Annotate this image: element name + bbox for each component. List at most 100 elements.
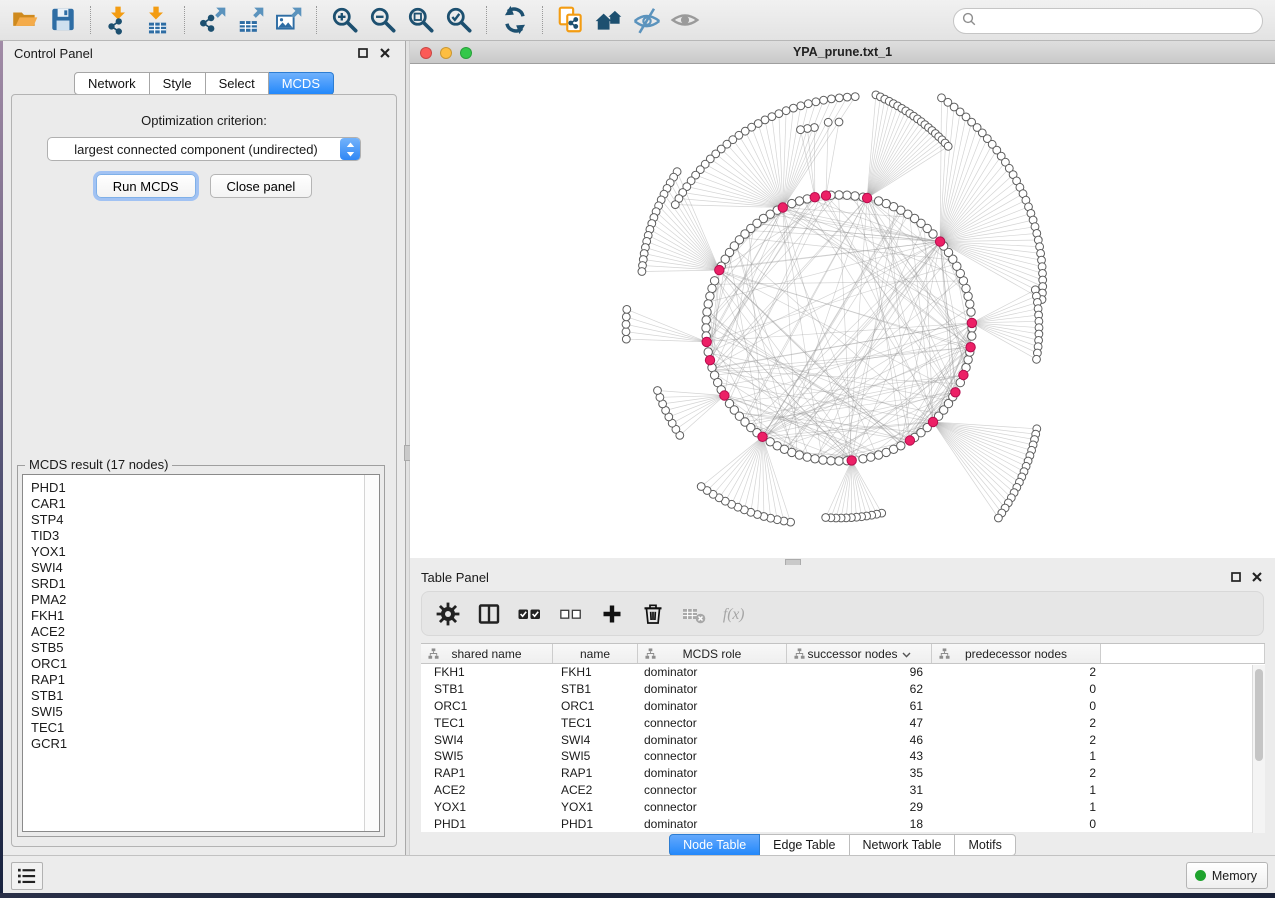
task-history-button[interactable] bbox=[11, 862, 43, 890]
ring-node[interactable] bbox=[843, 191, 851, 199]
cell-shared-name[interactable]: ORC1 bbox=[421, 699, 553, 713]
leaf-node[interactable] bbox=[804, 100, 812, 108]
leaf-node[interactable] bbox=[623, 306, 631, 314]
cell-MCDS-role[interactable]: connector bbox=[638, 783, 787, 797]
leaf-node[interactable] bbox=[995, 514, 1003, 522]
ring-node[interactable] bbox=[811, 455, 819, 463]
ring-node[interactable] bbox=[803, 453, 811, 461]
cell-name[interactable]: YOX1 bbox=[553, 800, 638, 814]
mcds-result-item[interactable]: ACE2 bbox=[31, 624, 379, 640]
leaf-node[interactable] bbox=[822, 514, 830, 522]
delete-column-icon[interactable] bbox=[640, 601, 666, 627]
ring-node[interactable] bbox=[874, 197, 882, 205]
leaf-node[interactable] bbox=[843, 93, 851, 101]
save-session-icon[interactable] bbox=[44, 4, 82, 36]
network-title-bar[interactable]: YPA_prune.txt_1 bbox=[410, 41, 1275, 64]
table-row[interactable]: RAP1RAP1dominator352 bbox=[421, 765, 1265, 782]
mcds-result-scrollbar[interactable] bbox=[364, 475, 379, 831]
mcds-hub-node[interactable] bbox=[778, 203, 787, 212]
cell-name[interactable]: ORC1 bbox=[553, 699, 638, 713]
mcds-hub-node[interactable] bbox=[862, 193, 871, 202]
cell-MCDS-role[interactable]: dominator bbox=[638, 665, 787, 679]
leaf-node[interactable] bbox=[638, 268, 646, 276]
tab-node-table[interactable]: Node Table bbox=[669, 834, 760, 856]
export-table-icon[interactable] bbox=[232, 4, 270, 36]
mcds-result-item[interactable]: RAP1 bbox=[31, 672, 379, 688]
leaf-node[interactable] bbox=[622, 335, 630, 343]
cell-successor-nodes[interactable]: 31 bbox=[787, 783, 932, 797]
tab-style[interactable]: Style bbox=[150, 72, 206, 95]
zoom-selected-icon[interactable] bbox=[440, 4, 478, 36]
mcds-result-item[interactable]: SWI4 bbox=[31, 560, 379, 576]
table-row[interactable]: SWI4SWI4dominator462 bbox=[421, 731, 1265, 748]
mcds-result-list[interactable]: PHD1CAR1STP4TID3YOX1SWI4SRD1PMA2FKH1ACE2… bbox=[22, 474, 380, 832]
leaf-node[interactable] bbox=[622, 313, 630, 321]
import-network-icon[interactable] bbox=[100, 4, 138, 36]
close-panel-button[interactable]: Close panel bbox=[210, 174, 313, 198]
cell-shared-name[interactable]: SWI5 bbox=[421, 749, 553, 763]
zoom-fit-icon[interactable] bbox=[402, 4, 440, 36]
cell-predecessor-nodes[interactable]: 2 bbox=[932, 766, 1101, 780]
cell-MCDS-role[interactable]: dominator bbox=[638, 682, 787, 696]
leaf-node[interactable] bbox=[851, 93, 859, 101]
ring-node[interactable] bbox=[964, 292, 972, 300]
mcds-hub-node[interactable] bbox=[967, 318, 976, 327]
tab-motifs[interactable]: Motifs bbox=[955, 834, 1015, 856]
mcds-hub-node[interactable] bbox=[928, 417, 937, 426]
tab-edge-table[interactable]: Edge Table bbox=[760, 834, 849, 856]
cell-name[interactable]: STB1 bbox=[553, 682, 638, 696]
mcds-hub-node[interactable] bbox=[951, 388, 960, 397]
mcds-result-item[interactable]: FKH1 bbox=[31, 608, 379, 624]
ring-node[interactable] bbox=[788, 199, 796, 207]
cell-name[interactable]: TEC1 bbox=[553, 716, 638, 730]
leaf-node[interactable] bbox=[671, 201, 679, 209]
leaf-node[interactable] bbox=[824, 118, 832, 126]
mcds-result-item[interactable]: GCR1 bbox=[31, 736, 379, 752]
add-column-icon[interactable] bbox=[599, 601, 625, 627]
tab-network-table[interactable]: Network Table bbox=[850, 834, 956, 856]
ring-node[interactable] bbox=[968, 332, 976, 340]
cell-shared-name[interactable]: RAP1 bbox=[421, 766, 553, 780]
leaf-node[interactable] bbox=[654, 387, 662, 395]
table-row[interactable]: SWI5SWI5connector431 bbox=[421, 748, 1265, 765]
ring-node[interactable] bbox=[795, 451, 803, 459]
mcds-result-item[interactable]: SRD1 bbox=[31, 576, 379, 592]
column-header-predecessor-nodes[interactable]: predecessor nodes bbox=[932, 644, 1101, 663]
cell-name[interactable]: SWI4 bbox=[553, 733, 638, 747]
cell-successor-nodes[interactable]: 62 bbox=[787, 682, 932, 696]
ring-node[interactable] bbox=[835, 191, 843, 199]
cell-predecessor-nodes[interactable]: 2 bbox=[932, 733, 1101, 747]
export-image-icon[interactable] bbox=[270, 4, 308, 36]
tab-network[interactable]: Network bbox=[74, 72, 150, 95]
ring-node[interactable] bbox=[702, 316, 710, 324]
cell-predecessor-nodes[interactable]: 0 bbox=[932, 682, 1101, 696]
cell-successor-nodes[interactable]: 29 bbox=[787, 800, 932, 814]
close-panel-icon[interactable] bbox=[379, 47, 391, 59]
cell-predecessor-nodes[interactable]: 2 bbox=[932, 665, 1101, 679]
ring-node[interactable] bbox=[703, 308, 711, 316]
table-row[interactable]: PHD1PHD1dominator180 bbox=[421, 815, 1265, 832]
mcds-hub-node[interactable] bbox=[847, 456, 856, 465]
zoom-in-icon[interactable] bbox=[326, 4, 364, 36]
table-row[interactable]: ORC1ORC1dominator610 bbox=[421, 698, 1265, 715]
mcds-result-item[interactable]: STB5 bbox=[31, 640, 379, 656]
mcds-hub-node[interactable] bbox=[715, 265, 724, 274]
cell-shared-name[interactable]: PHD1 bbox=[421, 817, 553, 831]
cell-predecessor-nodes[interactable]: 1 bbox=[932, 783, 1101, 797]
leaf-node[interactable] bbox=[697, 483, 705, 491]
copy-network-icon[interactable] bbox=[552, 4, 590, 36]
select-all-rows-icon[interactable] bbox=[517, 601, 543, 627]
ring-node[interactable] bbox=[708, 284, 716, 292]
mcds-result-item[interactable]: TID3 bbox=[31, 528, 379, 544]
mcds-result-item[interactable]: CAR1 bbox=[31, 496, 379, 512]
mcds-hub-node[interactable] bbox=[702, 337, 711, 346]
mcds-result-item[interactable]: PHD1 bbox=[31, 480, 379, 496]
cell-predecessor-nodes[interactable]: 0 bbox=[932, 699, 1101, 713]
cell-successor-nodes[interactable]: 96 bbox=[787, 665, 932, 679]
column-header-name[interactable]: name bbox=[553, 644, 638, 663]
show-columns-icon[interactable] bbox=[476, 601, 502, 627]
leaf-node[interactable] bbox=[835, 118, 843, 126]
cell-MCDS-role[interactable]: dominator bbox=[638, 699, 787, 713]
cell-MCDS-role[interactable]: connector bbox=[638, 749, 787, 763]
leaf-node[interactable] bbox=[622, 328, 630, 336]
